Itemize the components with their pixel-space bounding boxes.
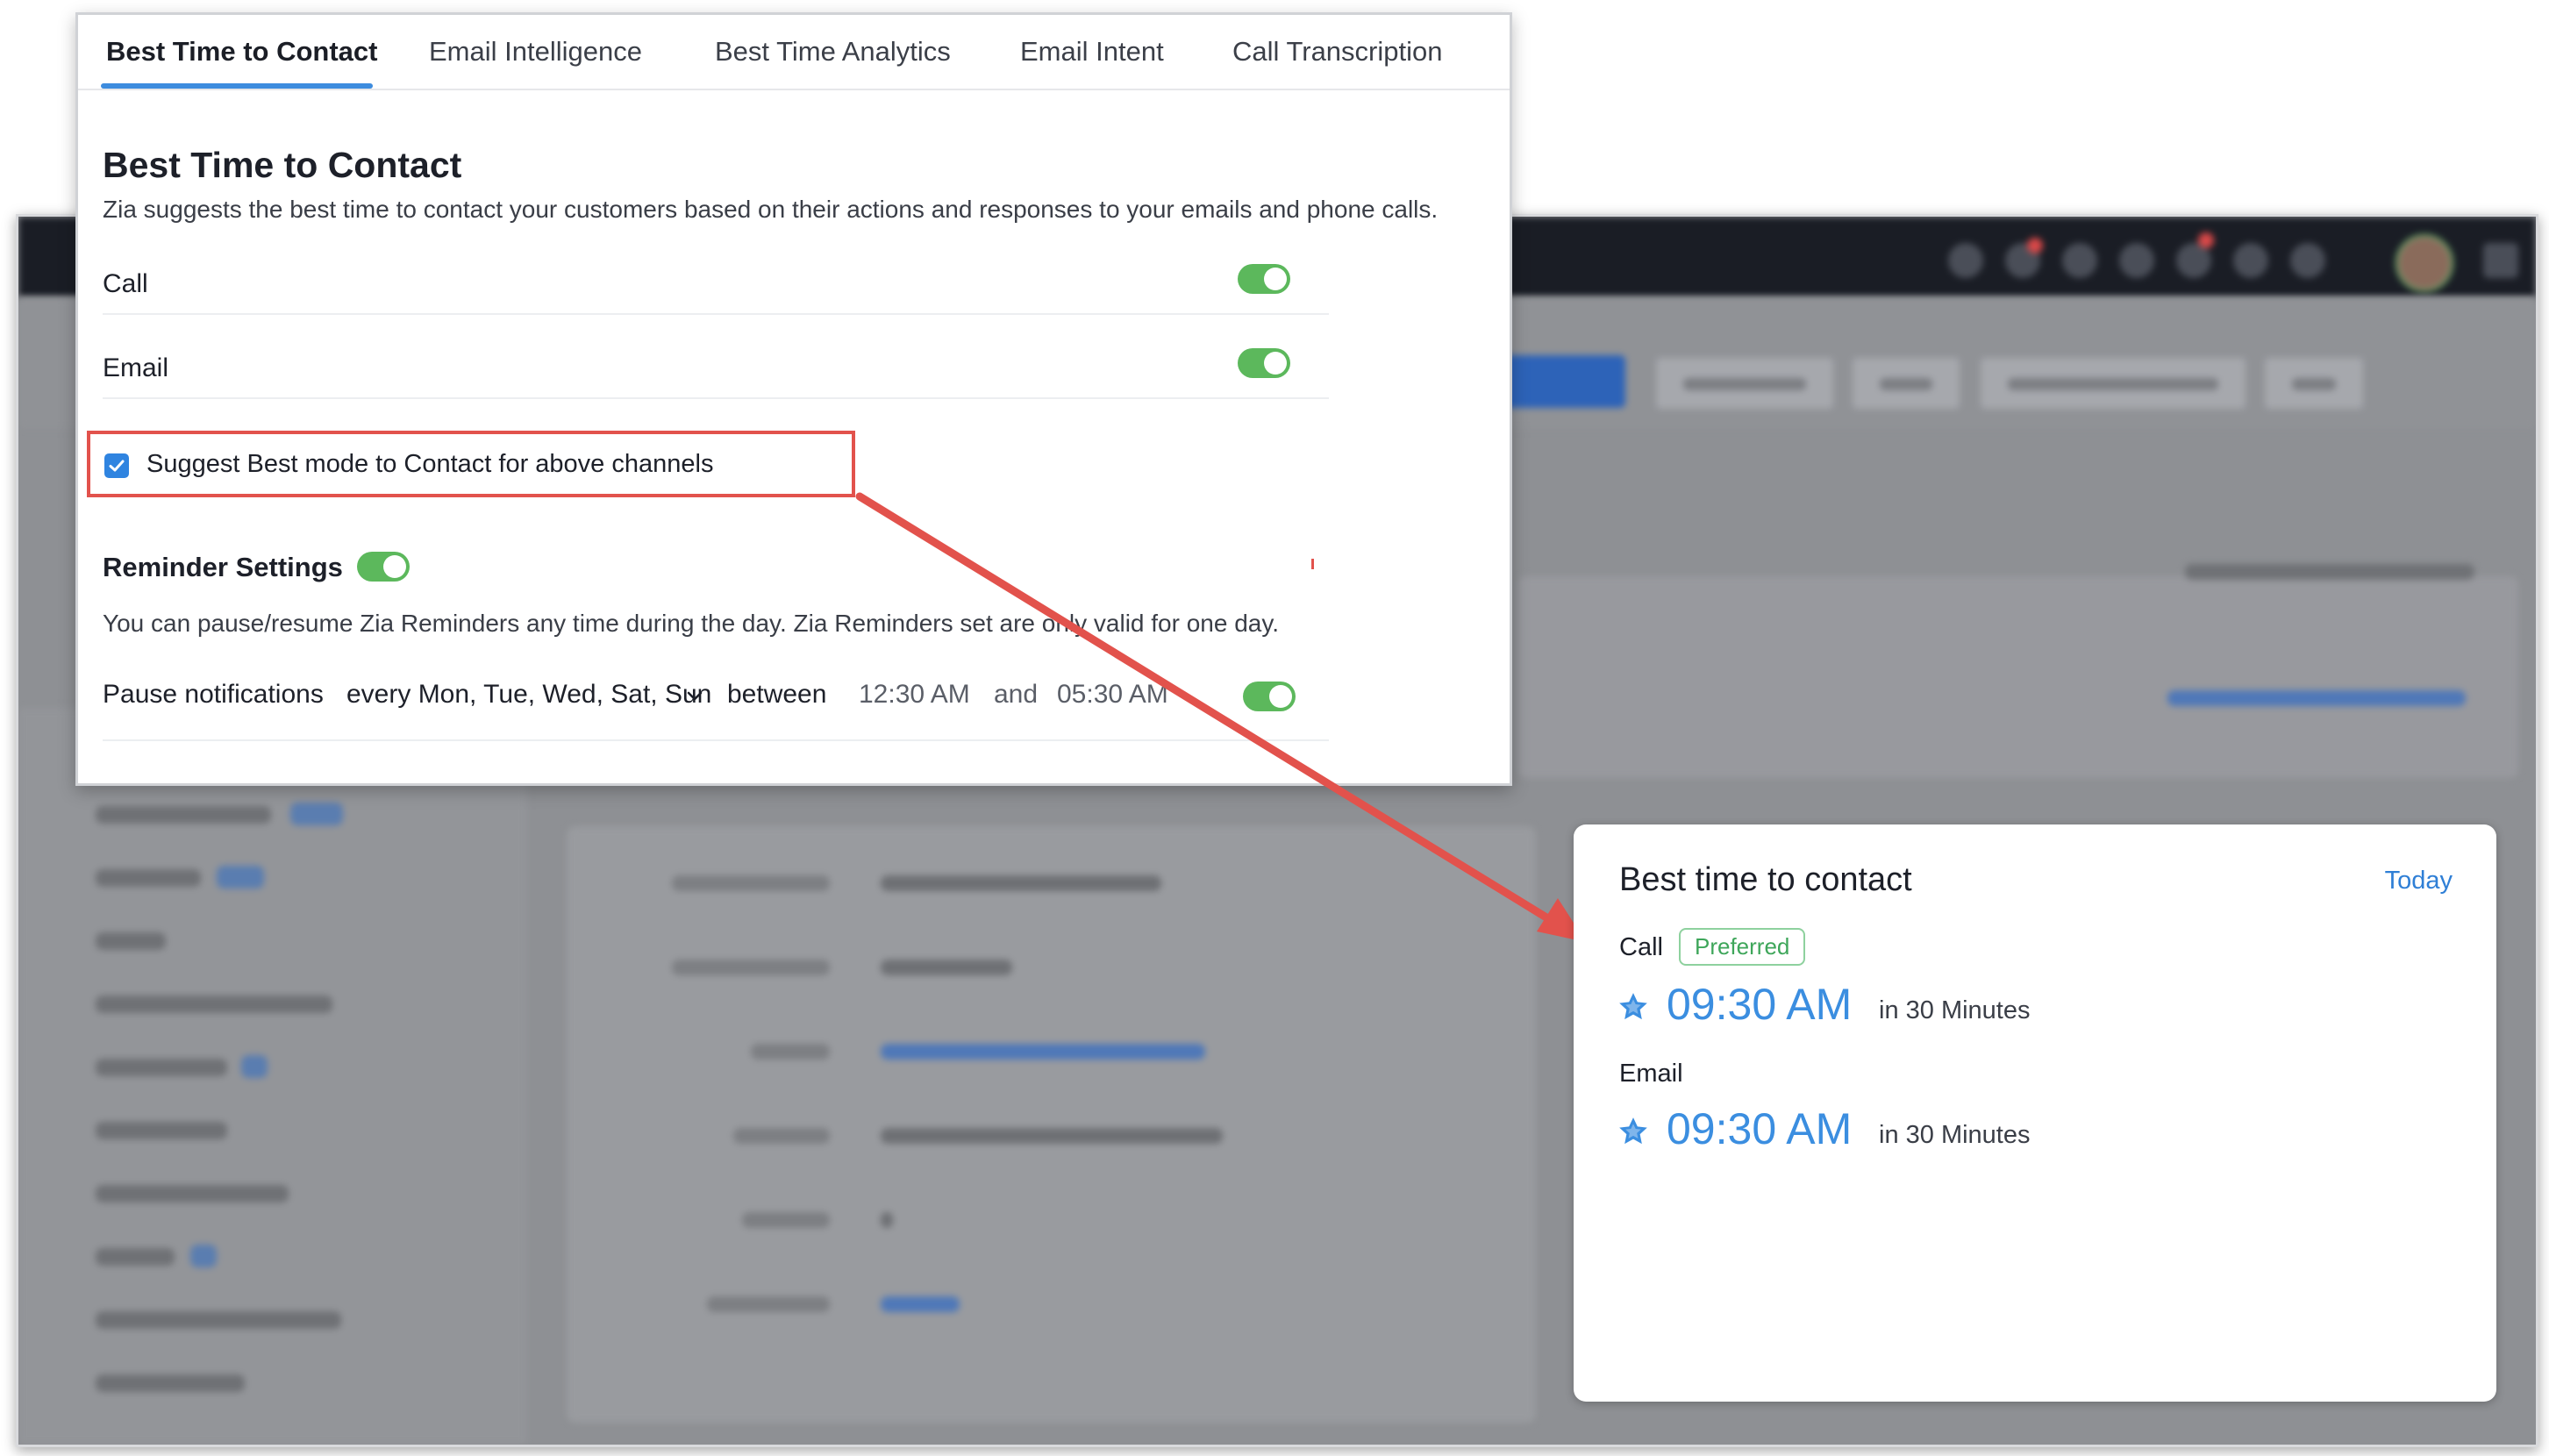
call-relative-time: in 30 Minutes [1879,996,2031,1024]
call-best-time: 09:30 AM [1667,980,1853,1029]
call-channel-label: Call [1619,933,1663,961]
card-title: Best time to contact [1619,861,1912,898]
preferred-badge: Preferred [1679,928,1806,966]
star-icon [1619,1117,1647,1145]
email-relative-time: in 30 Minutes [1879,1121,2031,1149]
period-link[interactable]: Today [2385,867,2453,896]
best-time-to-contact-card: Best time to contact Today Call Preferre… [1574,824,2496,1402]
email-channel-label: Email [1619,1060,1683,1088]
star-icon [1619,993,1647,1020]
email-best-time: 09:30 AM [1667,1104,1853,1153]
